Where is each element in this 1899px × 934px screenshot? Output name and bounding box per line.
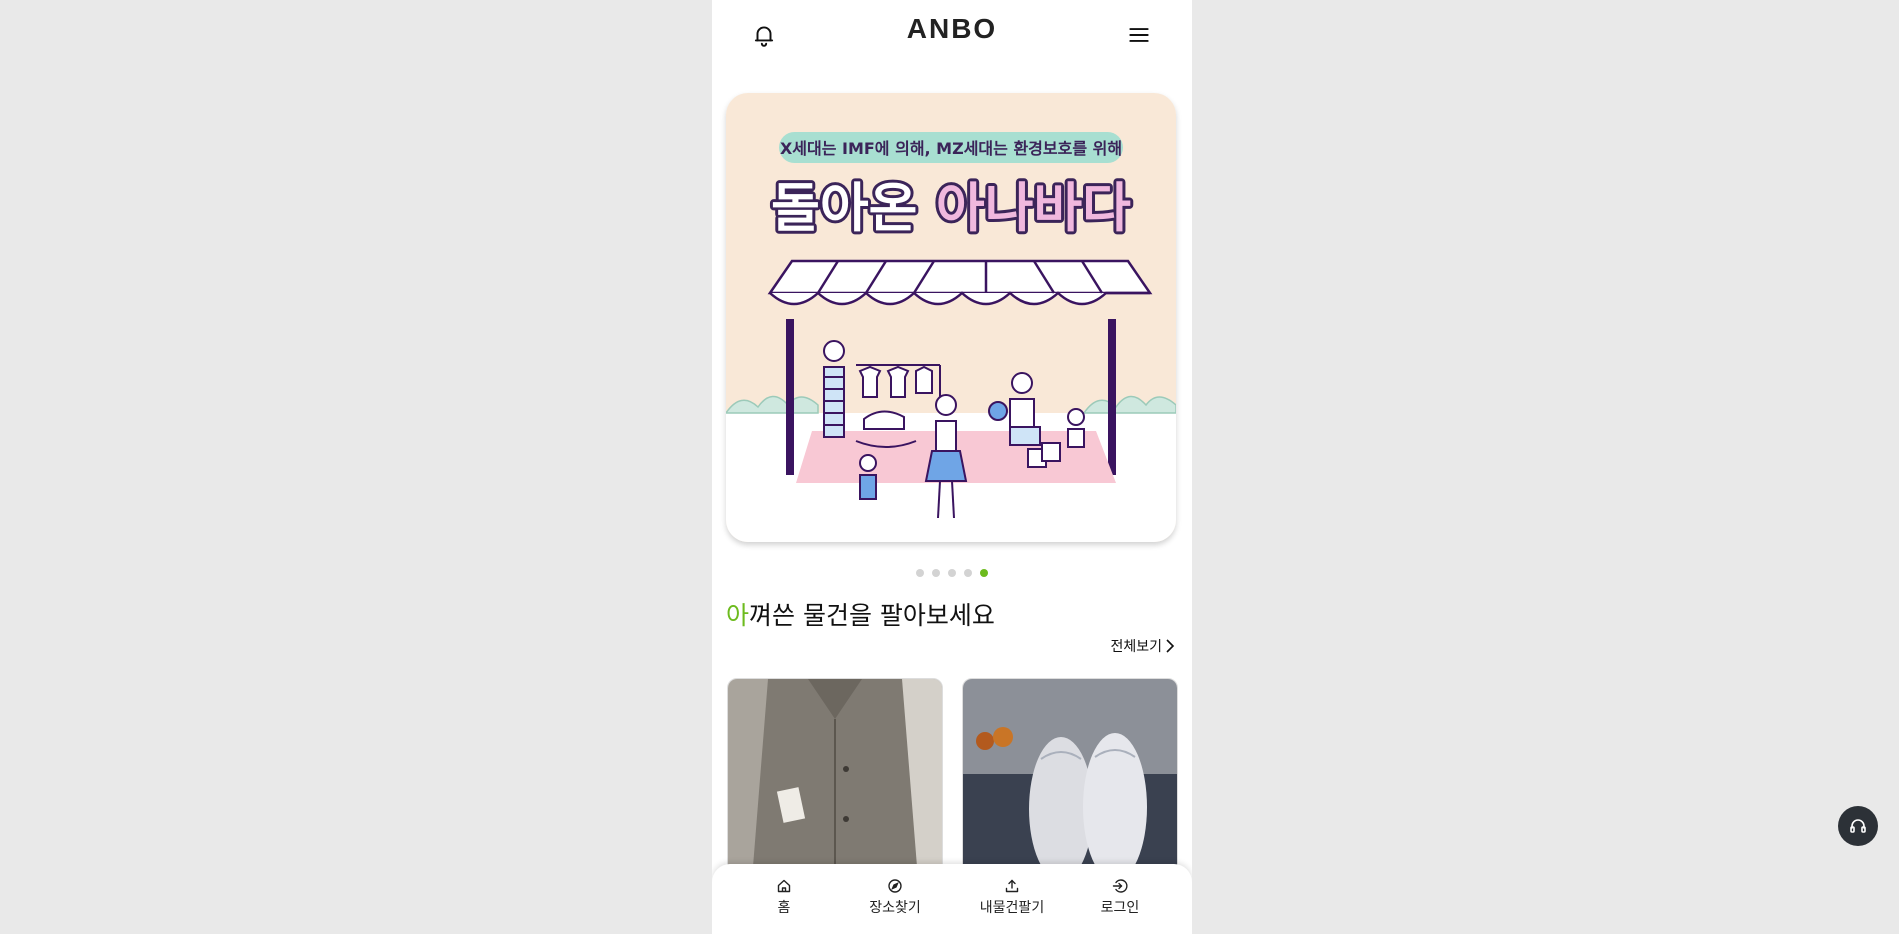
upload-icon — [1005, 879, 1019, 893]
app-container: ANBO X세대는 IMF에 의해, MZ세대는 환경보호를 위해 돌아온 아나… — [712, 0, 1192, 934]
carousel-indicators — [712, 569, 1192, 577]
compass-icon — [888, 879, 902, 893]
nav-find-place[interactable]: 장소찾기 — [845, 878, 945, 917]
customer-support-button[interactable] — [1838, 806, 1878, 846]
child-right — [1067, 408, 1085, 448]
nav-login-label: 로그인 — [1100, 900, 1140, 916]
chevron-right-icon — [1166, 639, 1175, 653]
nav-sell[interactable]: 내물건팔기 — [962, 878, 1062, 917]
nav-find-place-label: 장소찾기 — [869, 900, 921, 916]
product-card[interactable] — [962, 678, 1178, 880]
logo[interactable]: ANBO — [712, 13, 1192, 45]
nav-home[interactable]: 홈 — [734, 878, 834, 917]
product-image-coat — [728, 679, 942, 879]
carousel-dot[interactable] — [964, 569, 972, 577]
carousel-dot[interactable] — [948, 569, 956, 577]
nav-home-label: 홈 — [777, 900, 791, 916]
section-title-accent: 아 — [726, 601, 750, 630]
nav-login[interactable]: 로그인 — [1070, 878, 1170, 917]
product-card[interactable] — [727, 678, 943, 880]
banner-subtitle: X세대는 IMF에 의해, MZ세대는 환경보호를 위해 — [780, 139, 1122, 158]
see-all-label: 전체보기 — [1110, 639, 1162, 655]
carousel-dot[interactable] — [916, 569, 924, 577]
carousel-dot[interactable] — [980, 569, 988, 577]
headline-part2: 아나바다 — [936, 178, 1131, 239]
home-icon — [777, 879, 791, 893]
headset-icon — [1850, 819, 1866, 833]
product-image-sneakers — [963, 679, 1177, 879]
bottom-navigation: 홈 장소찾기 내물건팔기 로그인 — [712, 864, 1192, 934]
carousel-dot[interactable] — [932, 569, 940, 577]
section-title-rest: 껴쓴 물건을 팔아보세요 — [749, 601, 995, 630]
see-all-link[interactable]: 전체보기 — [1110, 636, 1176, 656]
login-icon — [1112, 879, 1128, 893]
banner-slide[interactable]: X세대는 IMF에 의해, MZ세대는 환경보호를 위해 돌아온 아나바다 — [726, 93, 1176, 542]
child-left — [859, 454, 877, 500]
headline-part1: 돌아온 — [771, 178, 936, 239]
banner-illustration: X세대는 IMF에 의해, MZ세대는 환경보호를 위해 돌아온 아나바다 — [726, 93, 1176, 542]
section-title: 아껴쓴 물건을 팔아보세요 — [726, 596, 995, 632]
menu-icon[interactable] — [1126, 22, 1152, 48]
banner-headline: 돌아온 아나바다 — [771, 178, 1131, 239]
nav-sell-label: 내물건팔기 — [979, 900, 1045, 916]
person-left — [823, 340, 845, 438]
header: ANBO — [712, 0, 1192, 70]
